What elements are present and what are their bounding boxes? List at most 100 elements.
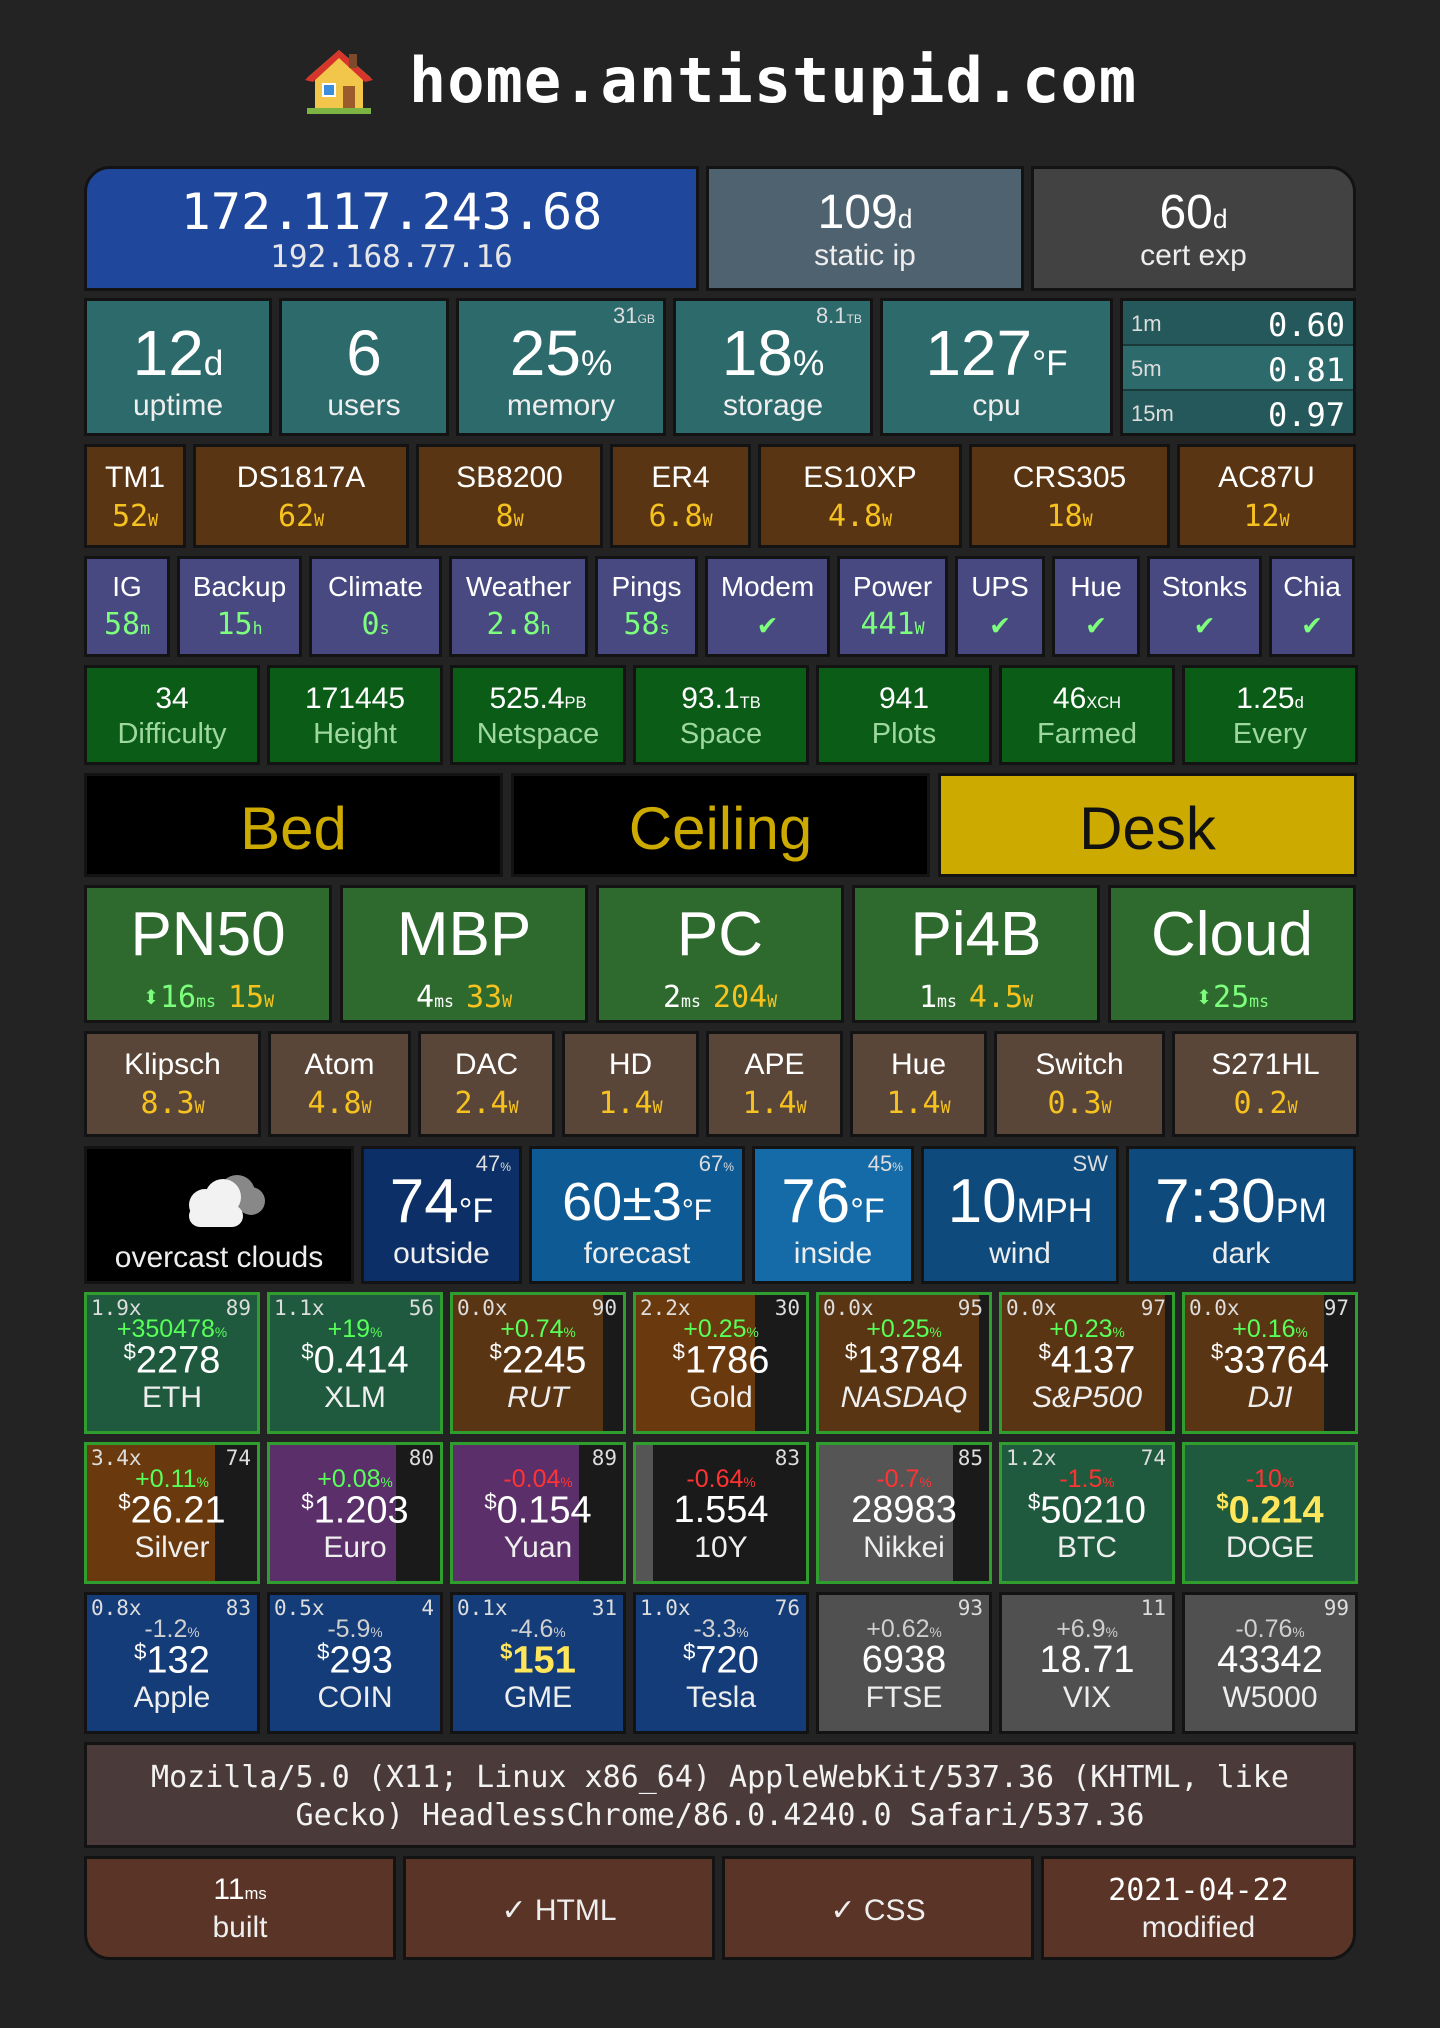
market-tile[interactable]: 0.0x 97 +0.16% $33764 DJI — [1182, 1292, 1358, 1434]
market-tile[interactable]: 3.4x 74 +0.11% $26.21 Silver — [84, 1442, 260, 1584]
market-tile[interactable]: 1.1x 56 +19% $0.414 XLM — [267, 1292, 443, 1434]
light-toggle[interactable]: Ceiling — [511, 773, 930, 877]
market-tile[interactable]: 80 +0.08% $1.203 Euro — [267, 1442, 443, 1584]
service-age-value: 441 — [860, 607, 915, 642]
device-tile: ES10XP 4.8W — [758, 444, 962, 548]
market-tile[interactable]: 1.2x 74 -1.5% $50210 BTC — [999, 1442, 1175, 1584]
market-currency: $ — [683, 1639, 696, 1664]
service-status-tile: UPS ✔ — [955, 556, 1045, 657]
outside-temp-tile: 47% 74°F outside — [361, 1146, 522, 1284]
host-power-unit: W — [767, 992, 778, 1011]
market-tile[interactable]: 2.2x 30 +0.25% $1786 Gold — [633, 1292, 809, 1434]
light-toggle[interactable]: Bed — [84, 773, 503, 877]
built-time-tile: 11ms built — [84, 1856, 396, 1960]
light-toggle[interactable]: Desk — [938, 773, 1357, 877]
market-name: Apple — [133, 1681, 211, 1714]
host-ping-prefix: ⬍ — [1194, 980, 1214, 1015]
market-tile[interactable]: 99 -0.76% 43342 W5000 — [1182, 1592, 1358, 1734]
chia-stat-label: Netspace — [476, 718, 600, 750]
market-name: DJI — [1247, 1381, 1293, 1414]
wind-label: wind — [989, 1237, 1051, 1270]
av-device-power-unit: W — [1287, 1098, 1298, 1117]
dark-time-label: dark — [1211, 1237, 1271, 1270]
local-ip: 192.168.77.16 — [270, 239, 513, 275]
host-tile: PC 2ms 204W — [596, 885, 844, 1023]
market-tile[interactable]: 0.1x 31 -4.6% $151 GME — [450, 1592, 626, 1734]
market-tile[interactable]: 89 -0.04% $0.154 Yuan — [450, 1442, 626, 1584]
market-currency: $ — [1216, 1489, 1229, 1514]
device-power-unit: W — [1279, 511, 1290, 530]
device-power-value: 6.8 — [648, 499, 703, 534]
user-agent: Mozilla/5.0 (X11; Linux x86_64) AppleWeb… — [151, 1760, 1289, 1833]
av-device-tile: Hue 1.4W — [850, 1031, 987, 1137]
service-age-value: ✔ — [1302, 607, 1322, 642]
service-age-value: 58 — [103, 607, 141, 642]
chia-stat-value: 46 — [1052, 682, 1087, 715]
av-device-name: Switch — [1035, 1048, 1124, 1081]
av-device-power: 1.4W — [709, 1086, 840, 1121]
market-name: Tesla — [685, 1681, 757, 1714]
chia-stat-unit: XCH — [1086, 694, 1122, 712]
market-price-value: 6938 — [861, 1639, 947, 1681]
market-currency: $ — [484, 1489, 497, 1514]
market-tile[interactable]: 93 +0.62% 6938 FTSE — [816, 1592, 992, 1734]
uptime-unit: d — [203, 344, 224, 383]
dark-time-unit: PM — [1275, 1192, 1327, 1230]
market-tile[interactable]: 83 -0.64% 1.554 10Y — [633, 1442, 809, 1584]
market-tile[interactable]: 0.0x 90 +0.74% $2245 RUT — [450, 1292, 626, 1434]
av-device-power: 0.3W — [997, 1086, 1162, 1121]
market-tile[interactable]: 11 +6.9% 18.71 VIX — [999, 1592, 1175, 1734]
av-device-power-unit: W — [508, 1098, 519, 1117]
market-currency: $ — [489, 1339, 502, 1364]
service-age-unit: h — [252, 619, 263, 638]
market-currency: $ — [1038, 1339, 1051, 1364]
market-price-value: 50210 — [1040, 1489, 1146, 1532]
host-ping-unit: ms — [937, 992, 957, 1011]
cert-exp-label: cert exp — [1140, 239, 1247, 272]
chia-stat-unit: PB — [564, 694, 587, 712]
market-tile[interactable]: 85 -0.7% 28983 Nikkei — [816, 1442, 992, 1584]
market-price: 18.71 — [1002, 1639, 1172, 1682]
av-device-power-unit: W — [1101, 1098, 1112, 1117]
light-name: Ceiling — [628, 795, 813, 862]
service-age: ✔ — [1055, 607, 1137, 642]
device-power-value: 18 — [1046, 499, 1083, 534]
storage-label: storage — [722, 389, 824, 422]
host-stats: ⬍25ms — [1111, 980, 1353, 1015]
market-tile[interactable]: 1.0x 76 -3.3% $720 Tesla — [633, 1592, 809, 1734]
forecast-humidity: 67 — [698, 1151, 724, 1176]
static-ip-unit: d — [897, 204, 913, 234]
market-tile[interactable]: -10% $0.214 DOGE — [1182, 1442, 1358, 1584]
service-age-value: 2.8 — [486, 607, 541, 642]
cpu-value: 127 — [925, 317, 1033, 389]
chia-stat-value: 941 — [878, 682, 930, 715]
market-name: Yuan — [503, 1531, 573, 1564]
built-time-value: 11 — [213, 1873, 245, 1906]
device-tile: ER4 6.8W — [610, 444, 751, 548]
host-power-unit: W — [502, 992, 512, 1011]
css-valid-tile[interactable]: ✓ CSS — [722, 1856, 1034, 1960]
chia-stat-value: 93.1 — [681, 682, 740, 715]
av-device-power: 1.4W — [565, 1086, 696, 1121]
market-tile[interactable]: 0.0x 97 +0.23% $4137 S&P500 — [999, 1292, 1175, 1434]
market-price: $50210 — [1002, 1489, 1172, 1533]
market-tile[interactable]: 0.5x 4 -5.9% $293 COIN — [267, 1592, 443, 1734]
html-valid-tile[interactable]: ✓ HTML — [403, 1856, 715, 1960]
host-ping-prefix: ⬍ — [141, 980, 160, 1015]
av-device-power-unit: W — [796, 1098, 807, 1117]
market-price-value: 1786 — [684, 1339, 770, 1382]
market-tile[interactable]: 0.8x 83 -1.2% $132 Apple — [84, 1592, 260, 1734]
load-row: 1m 0.60 — [1123, 301, 1353, 346]
service-age-value: ✔ — [1195, 607, 1214, 642]
av-device-tile: Switch 0.3W — [994, 1031, 1165, 1137]
market-tile[interactable]: 1.9x 89 +350478% $2278 ETH — [84, 1292, 260, 1434]
wind-unit: MPH — [1016, 1192, 1093, 1230]
light-name: Bed — [240, 795, 347, 862]
av-device-power-value: 0.3 — [1047, 1086, 1102, 1121]
service-status-tile: IG 58m — [84, 556, 170, 657]
weather-condition: overcast clouds — [114, 1241, 324, 1274]
market-tile[interactable]: 0.0x 95 +0.25% $13784 NASDAQ — [816, 1292, 992, 1434]
uptime-value: 12 — [132, 317, 204, 389]
device-power: 6.8W — [613, 499, 748, 534]
market-price: $4137 — [1002, 1339, 1172, 1383]
